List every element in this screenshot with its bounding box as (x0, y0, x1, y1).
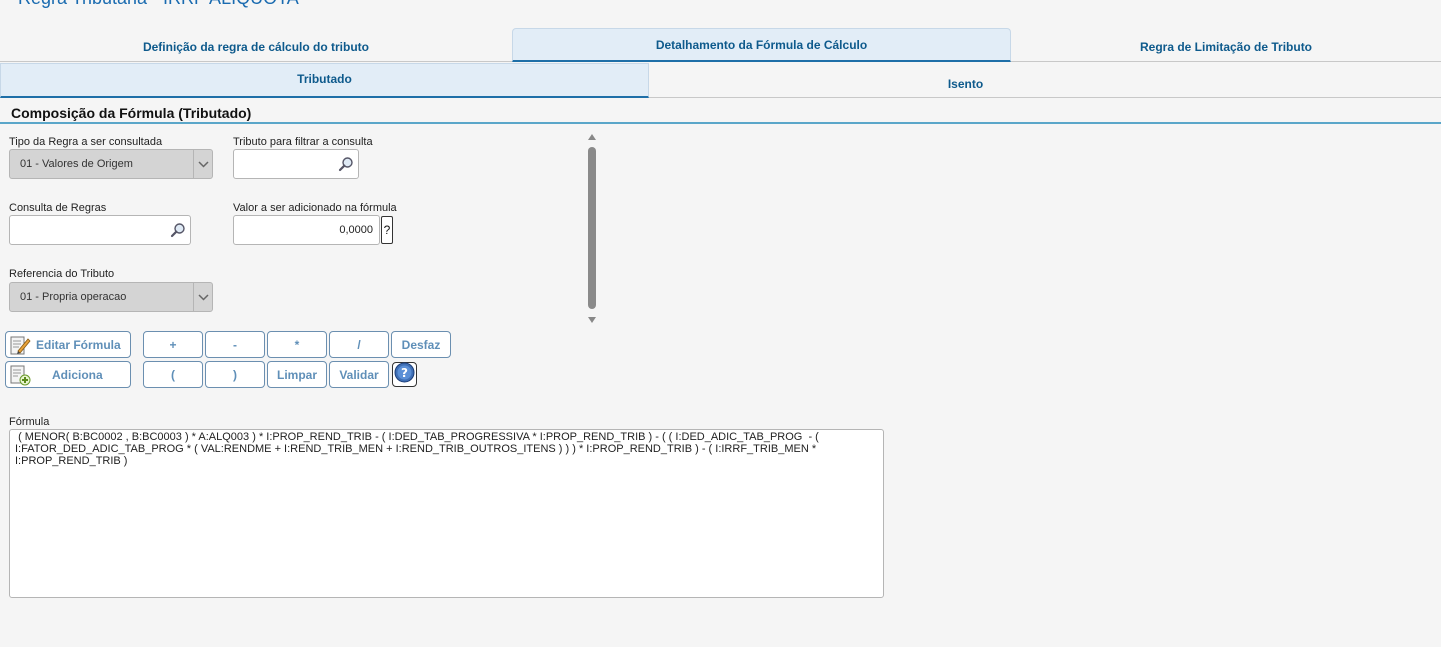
scroll-thumb[interactable] (588, 147, 596, 309)
divide-button[interactable]: / (329, 331, 389, 358)
referencia-tributo-select[interactable]: 01 - Propria operacao (9, 282, 213, 312)
tab-definicao-regra[interactable]: Definição da regra de cálculo do tributo (0, 28, 512, 62)
tipo-regra-select[interactable]: 01 - Valores de Origem (9, 149, 213, 179)
help-icon: ? (394, 362, 415, 388)
limpar-button[interactable]: Limpar (267, 361, 327, 388)
edit-document-icon (9, 334, 31, 359)
close-paren-button[interactable]: ) (205, 361, 265, 388)
help-button[interactable]: ? (392, 362, 417, 387)
tipo-regra-label: Tipo da Regra a ser consultada (9, 136, 163, 148)
adiciona-button[interactable]: Adiciona (5, 361, 131, 388)
search-icon[interactable] (170, 222, 186, 241)
chevron-down-icon[interactable] (193, 150, 212, 178)
scroll-up-arrow-icon[interactable] (587, 133, 597, 143)
sub-tab-bar: Tributado Isento (0, 63, 1441, 98)
open-paren-button[interactable]: ( (143, 361, 203, 388)
editar-formula-label: Editar Fórmula (36, 337, 121, 352)
formula-label: Fórmula (9, 416, 50, 428)
valor-adicionado-label: Valor a ser adicionado na fórmula (233, 202, 397, 214)
chevron-down-icon[interactable] (193, 283, 212, 311)
section-divider (0, 122, 1441, 124)
validar-button[interactable]: Validar (329, 361, 389, 388)
vertical-scrollbar[interactable] (586, 133, 598, 326)
svg-text:?: ? (401, 366, 408, 380)
tab-tributado[interactable]: Tributado (0, 63, 649, 98)
section-title: Composição da Fórmula (Tributado) (11, 105, 252, 121)
adiciona-label: Adiciona (52, 367, 103, 382)
page-title: Regra Tributária - IRRF ALÍQUOTA (18, 0, 299, 9)
tab-detalhamento-formula[interactable]: Detalhamento da Fórmula de Cálculo (512, 28, 1011, 62)
tributo-filtro-label: Tributo para filtrar a consulta (233, 136, 373, 148)
editar-formula-button[interactable]: Editar Fórmula (5, 331, 131, 358)
referencia-tributo-label: Referencia do Tributo (9, 268, 115, 280)
add-document-icon (9, 364, 31, 389)
valor-help-button[interactable]: ? (381, 216, 393, 244)
tributo-filtro-input[interactable] (233, 149, 359, 179)
multiply-button[interactable]: * (267, 331, 327, 358)
consulta-regras-label: Consulta de Regras (9, 202, 107, 214)
referencia-tributo-value: 01 - Propria operacao (20, 291, 127, 303)
tipo-regra-value: 01 - Valores de Origem (20, 158, 133, 170)
formula-textarea[interactable]: ( MENOR( B:BC0002 , B:BC0003 ) * A:ALQ00… (9, 429, 884, 598)
page: Regra Tributária - IRRF ALÍQUOTA Definiç… (0, 0, 1441, 647)
main-tab-bar: Definição da regra de cálculo do tributo… (0, 28, 1441, 62)
consulta-regras-input[interactable] (9, 215, 191, 245)
desfaz-button[interactable]: Desfaz (391, 331, 451, 358)
plus-button[interactable]: + (143, 331, 203, 358)
minus-button[interactable]: - (205, 331, 265, 358)
tab-isento[interactable]: Isento (649, 63, 1282, 98)
tab-regra-limitacao[interactable]: Regra de Limitação de Tributo (1011, 28, 1441, 62)
scroll-down-arrow-icon[interactable] (587, 316, 597, 326)
valor-adicionado-input[interactable]: 0,0000 (233, 215, 380, 245)
search-icon[interactable] (338, 156, 354, 175)
